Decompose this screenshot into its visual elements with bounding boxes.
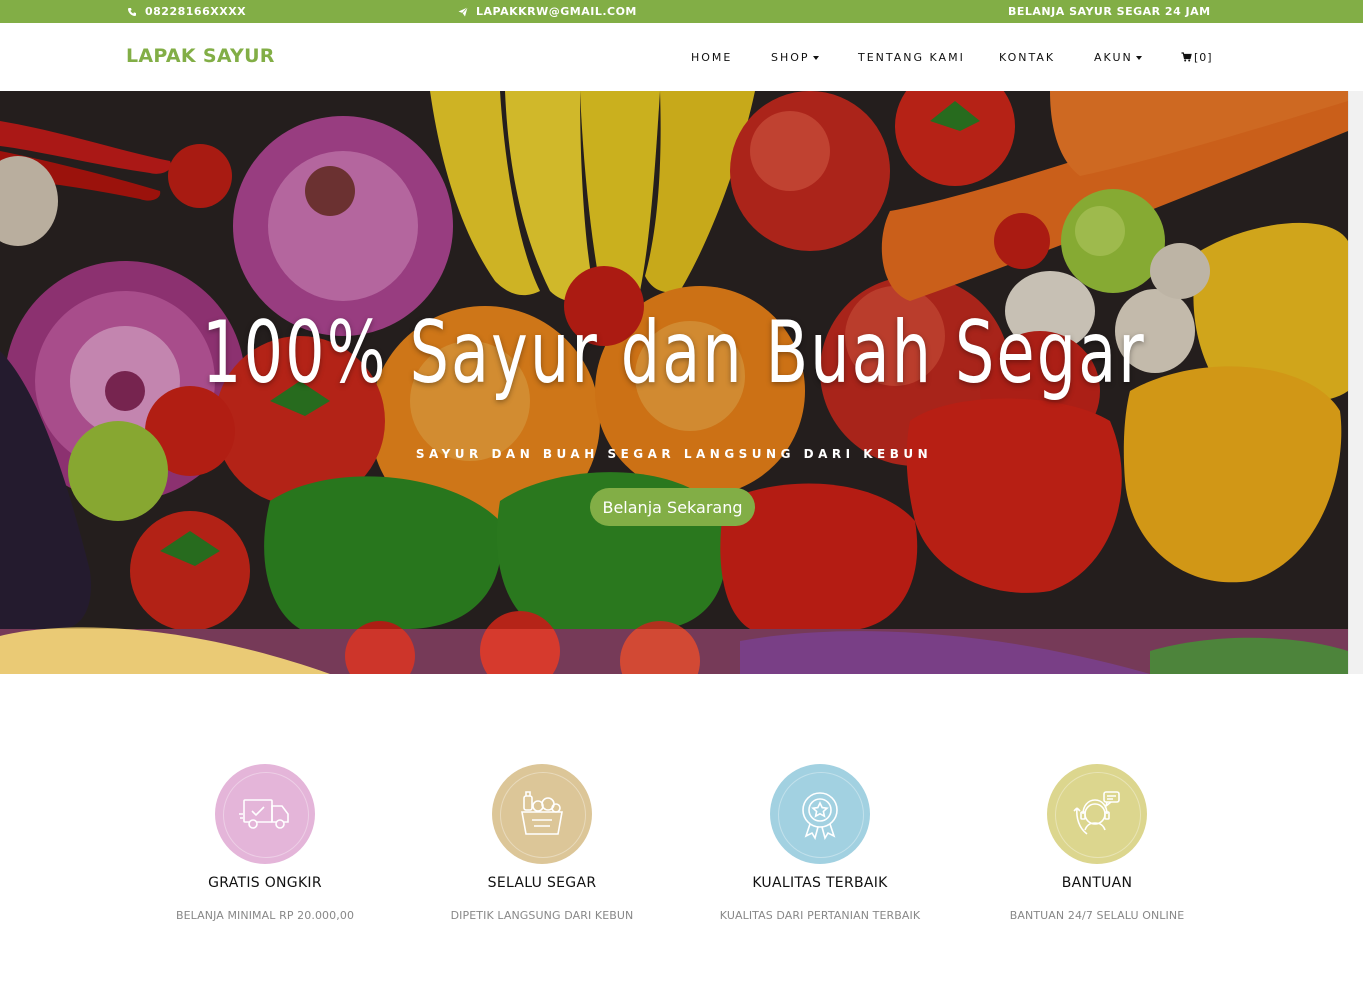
topbar-phone-text: 08228166XXXX	[145, 5, 247, 18]
nav-about-label: TENTANG KAMI	[858, 50, 965, 64]
feature-description: KUALITAS DARI PERTANIAN TERBAIK	[719, 909, 921, 922]
feature-free-shipping: GRATIS ONGKIR BELANJA MINIMAL RP 20.000,…	[155, 764, 375, 922]
nav-shop-dropdown[interactable]: SHOP	[771, 23, 819, 91]
feature-best-quality: KUALITAS TERBAIK KUALITAS DARI PERTANIAN…	[710, 764, 930, 922]
main-navbar: LAPAK SAYUR HOME SHOP TENTANG KAMI KONTA…	[0, 23, 1363, 91]
nav-account-label: AKUN	[1094, 50, 1133, 64]
cart-count: [0]	[1194, 50, 1213, 64]
caret-down-icon	[1135, 55, 1142, 60]
nav-shop-label: SHOP	[771, 50, 810, 64]
topbar-tagline: BELANJA SAYUR SEGAR 24 JAM	[1008, 5, 1211, 18]
grocery-bag-icon	[521, 791, 563, 835]
feature-icon-circle	[1047, 764, 1147, 864]
hero-scrollbar[interactable]	[1348, 91, 1363, 674]
feature-title: BANTUAN	[1061, 875, 1133, 891]
feature-title: GRATIS ONGKIR	[208, 875, 322, 891]
nav-home-label: HOME	[691, 50, 733, 64]
nav-about[interactable]: TENTANG KAMI	[858, 23, 965, 91]
delivery-truck-icon	[239, 799, 289, 829]
feature-description: DIPETIK LANGSUNG DARI KEBUN	[450, 909, 634, 922]
feature-title: KUALITAS TERBAIK	[752, 875, 888, 891]
topbar-email[interactable]: LAPAKKRW@GMAIL.COM	[458, 0, 637, 23]
nav-account-dropdown[interactable]: AKUN	[1094, 23, 1142, 91]
nav-contact-label: KONTAK	[999, 50, 1056, 64]
cart-icon	[1181, 52, 1192, 62]
hero-bottom-strip	[0, 629, 1348, 674]
hero-title: 100% Sayur dan Buah Segar	[202, 303, 1146, 403]
feature-icon-circle	[492, 764, 592, 864]
top-bar: 08228166XXXX LAPAKKRW@GMAIL.COM BELANJA …	[0, 0, 1363, 23]
topbar-phone: 08228166XXXX	[127, 0, 246, 23]
hero-banner: 100% Sayur dan Buah Segar SAYUR DAN BUAH…	[0, 91, 1348, 674]
feature-icon-circle	[770, 764, 870, 864]
phone-icon	[128, 7, 136, 16]
feature-icon-circle	[215, 764, 315, 864]
feature-always-fresh: SELALU SEGAR DIPETIK LANGSUNG DARI KEBUN	[432, 764, 652, 922]
caret-down-icon	[812, 55, 819, 60]
topbar-email-text: LAPAKKRW@GMAIL.COM	[476, 5, 637, 18]
paper-plane-icon	[458, 6, 468, 16]
shop-now-button[interactable]: Belanja Sekarang	[590, 488, 755, 526]
brand-logo[interactable]: LAPAK SAYUR	[126, 45, 275, 67]
nav-contact[interactable]: KONTAK	[999, 23, 1055, 91]
support-agent-icon	[1073, 791, 1120, 835]
feature-support: BANTUAN BANTUAN 24/7 SELALU ONLINE	[987, 764, 1207, 922]
feature-title: SELALU SEGAR	[487, 875, 597, 891]
hero-subtitle: SAYUR DAN BUAH SEGAR LANGSUNG DARI KEBUN	[415, 447, 933, 461]
nav-cart[interactable]: [0]	[1181, 23, 1213, 91]
award-badge-icon	[802, 792, 838, 840]
feature-description: BELANJA MINIMAL RP 20.000,00	[175, 909, 355, 922]
nav-home[interactable]: HOME	[691, 23, 732, 91]
feature-description: BANTUAN 24/7 SELALU ONLINE	[1009, 909, 1185, 922]
